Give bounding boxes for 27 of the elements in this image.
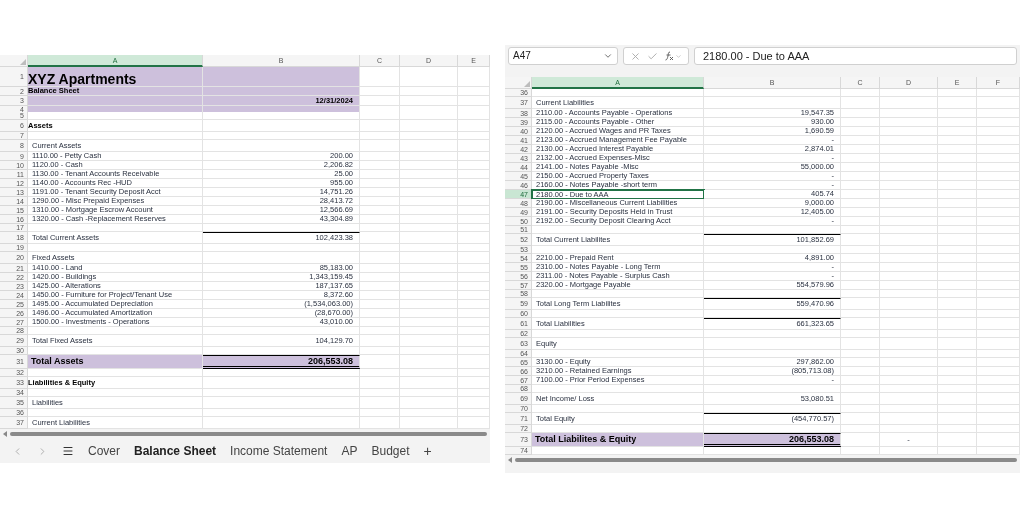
horizontal-scrollbar[interactable]	[10, 432, 487, 436]
sheet-tab[interactable]: Cover	[88, 445, 120, 457]
chevron-down-icon[interactable]	[603, 51, 613, 61]
menu-icon[interactable]	[62, 445, 74, 457]
select-all-button[interactable]	[505, 77, 532, 89]
select-all-button[interactable]	[0, 55, 28, 67]
scroll-left-icon[interactable]	[508, 457, 512, 463]
sheet-title: XYZ Apartments	[28, 67, 203, 87]
formula-field[interactable]: 2180.00 - Due to AAA	[694, 47, 1017, 65]
check-icon[interactable]	[647, 50, 658, 62]
add-sheet-button[interactable]: +	[423, 444, 432, 458]
scroll-left-icon[interactable]	[3, 431, 7, 437]
triangle-icon[interactable]	[20, 59, 26, 65]
name-box[interactable]: A47	[508, 47, 618, 65]
function-icon[interactable]	[664, 51, 682, 61]
table-cell: 206,553.08	[203, 355, 360, 369]
sheet-tab[interactable]: Income Statement	[230, 445, 328, 457]
cell-reference: A47	[513, 51, 531, 61]
table-cell: 206,553.08	[704, 433, 841, 447]
sheet-tab[interactable]: Budget	[371, 445, 410, 457]
cancel-icon[interactable]	[630, 50, 641, 62]
triangle-icon[interactable]	[524, 81, 530, 87]
sheet-tab[interactable]: Balance Sheet	[134, 445, 217, 457]
table-cell: Total Liabilites & Equity	[532, 433, 704, 447]
table-cell: Total Assets	[28, 355, 203, 369]
sheet-tab[interactable]: AP	[341, 445, 358, 457]
horizontal-scrollbar[interactable]	[515, 458, 1017, 462]
